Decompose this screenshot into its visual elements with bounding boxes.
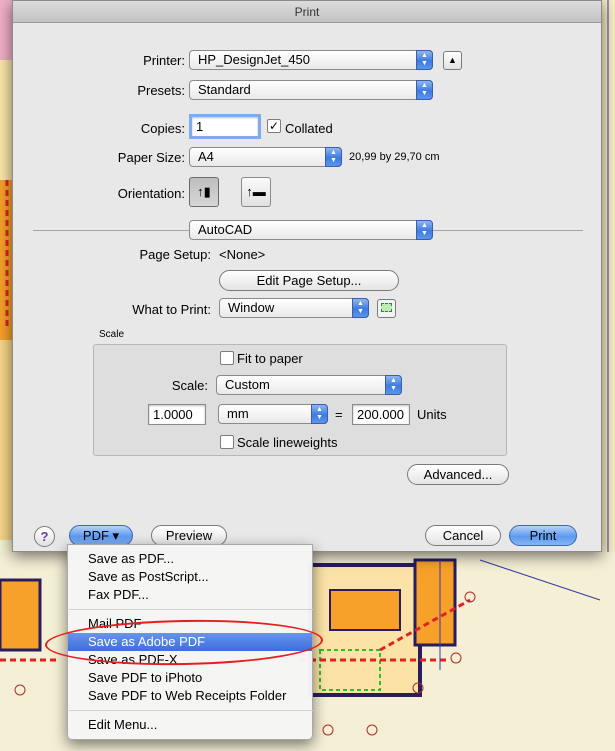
- scale-lineweights-label: Scale lineweights: [237, 435, 338, 450]
- menu-item-save-pdf-to-web-receipts[interactable]: Save PDF to Web Receipts Folder: [68, 687, 312, 705]
- section-value: AutoCAD: [198, 222, 253, 237]
- menu-separator: [69, 609, 313, 610]
- fit-to-paper-label: Fit to paper: [237, 351, 303, 366]
- scale-ratio-left-field[interactable]: 1.0000: [148, 404, 206, 425]
- units-popup[interactable]: mm ▲ ▼: [218, 404, 328, 424]
- pdf-menu-button[interactable]: PDF ▾: [69, 525, 133, 546]
- popup-arrows-icon: ▲ ▼: [416, 220, 433, 240]
- scale-group-title: Scale: [99, 329, 125, 340]
- landscape-orientation-button[interactable]: ↑▬: [241, 177, 271, 207]
- paper-size-popup[interactable]: A4 ▲ ▼: [189, 147, 342, 167]
- presets-value: Standard: [198, 82, 251, 97]
- page-setup-label: Page Setup:: [139, 247, 211, 262]
- popup-arrows-icon: ▲ ▼: [416, 80, 433, 100]
- select-window-icon: [381, 303, 392, 312]
- fit-to-paper-checkbox[interactable]: [220, 351, 234, 365]
- menu-separator: [69, 710, 313, 711]
- edit-page-setup-button[interactable]: Edit Page Setup...: [219, 270, 399, 291]
- copies-field[interactable]: 1: [189, 114, 261, 139]
- scale-ratio-right-field[interactable]: 200.000: [352, 404, 410, 425]
- paper-dimensions: 20,99 by 29,70 cm: [349, 151, 440, 163]
- units-label: Units: [417, 407, 447, 422]
- paper-size-label: Paper Size:: [117, 150, 185, 165]
- preview-button[interactable]: Preview: [151, 525, 227, 546]
- cancel-button[interactable]: Cancel: [425, 525, 501, 546]
- popup-arrows-icon: ▲ ▼: [311, 404, 328, 424]
- dialog-title: Print: [13, 1, 601, 23]
- menu-item-save-as-pdf[interactable]: Save as PDF...: [68, 550, 312, 568]
- what-to-print-label: What to Print:: [132, 302, 211, 317]
- landscape-icon: ↑▬: [246, 184, 266, 199]
- print-button[interactable]: Print: [509, 525, 577, 546]
- units-value: mm: [227, 406, 249, 421]
- paper-size-value: A4: [198, 149, 214, 164]
- presets-label: Presets:: [137, 83, 185, 98]
- orientation-label: Orientation:: [117, 186, 185, 201]
- printer-label: Printer:: [143, 53, 185, 68]
- scale-value: Custom: [225, 377, 270, 392]
- scale-label: Scale:: [171, 378, 208, 393]
- section-popup[interactable]: AutoCAD ▲ ▼: [189, 220, 433, 240]
- menu-item-save-as-postscript[interactable]: Save as PostScript...: [68, 568, 312, 586]
- menu-item-fax-pdf[interactable]: Fax PDF...: [68, 586, 312, 604]
- popup-arrows-icon: ▲ ▼: [325, 147, 342, 167]
- scale-popup[interactable]: Custom ▲ ▼: [216, 375, 402, 395]
- scale-lineweights-checkbox[interactable]: [220, 435, 234, 449]
- what-to-print-popup[interactable]: Window ▲ ▼: [219, 298, 369, 318]
- menu-item-save-pdf-to-iphoto[interactable]: Save PDF to iPhoto: [68, 669, 312, 687]
- print-dialog: Print Printer: HP_DesignJet_450 ▲ ▼ ▲ Pre…: [12, 0, 602, 552]
- what-to-print-value: Window: [228, 300, 275, 315]
- page-setup-value: <None>: [219, 247, 266, 262]
- printer-popup[interactable]: HP_DesignJet_450 ▲ ▼: [189, 50, 433, 70]
- pick-window-button[interactable]: [377, 299, 396, 318]
- advanced-button[interactable]: Advanced...: [407, 464, 509, 485]
- help-button[interactable]: ?: [34, 526, 55, 547]
- portrait-icon: ↑▮: [197, 184, 211, 199]
- disclosure-triangle-button[interactable]: ▲: [443, 51, 462, 70]
- scale-group: Fit to paper Scale: Custom ▲ ▼ 1.0000 mm …: [93, 344, 507, 456]
- popup-arrows-icon: ▲ ▼: [352, 298, 369, 318]
- popup-arrows-icon: ▲ ▼: [385, 375, 402, 395]
- collated-checkbox[interactable]: ✓: [267, 119, 281, 133]
- portrait-orientation-button[interactable]: ↑▮: [189, 177, 219, 207]
- printer-value: HP_DesignJet_450: [198, 52, 311, 67]
- equals-sign: =: [335, 407, 343, 422]
- menu-item-edit-menu[interactable]: Edit Menu...: [68, 716, 312, 734]
- popup-arrows-icon: ▲ ▼: [416, 50, 433, 70]
- copies-label: Copies:: [140, 121, 185, 136]
- collated-label: Collated: [285, 121, 333, 136]
- presets-popup[interactable]: Standard ▲ ▼: [189, 80, 433, 100]
